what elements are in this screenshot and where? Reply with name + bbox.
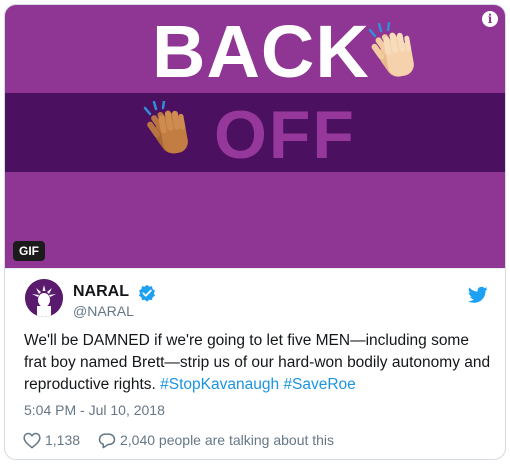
heart-icon[interactable]	[23, 432, 41, 449]
statue-of-liberty-icon	[25, 279, 63, 317]
hashtag-saveroe[interactable]: #SaveRoe	[283, 376, 355, 393]
verified-badge-icon	[139, 284, 155, 302]
avatar[interactable]	[25, 279, 63, 317]
twitter-bird-icon[interactable]	[468, 286, 488, 304]
gif-media[interactable]: BACK OFF i GIF	[5, 5, 505, 268]
hashtag-stopkavanaugh[interactable]: #StopKavanaugh	[160, 376, 279, 393]
clapping-hands-dark-icon	[143, 101, 188, 154]
tweet-card: BACK OFF i GIF NARAL @NARAL We'll be DAM…	[4, 4, 506, 460]
author-name[interactable]: NARAL	[73, 283, 129, 301]
headline-off: OFF	[214, 97, 356, 173]
gif-badge: GIF	[13, 241, 45, 261]
conversation-count[interactable]: 2,040 people are talking about this	[120, 432, 334, 448]
author-handle[interactable]: @NARAL	[73, 303, 134, 319]
media-divider	[5, 268, 505, 269]
reply-bubble-icon[interactable]	[98, 432, 116, 449]
headline-back: BACK	[152, 10, 370, 93]
clapping-hands-light-icon	[368, 22, 414, 77]
like-count[interactable]: 1,138	[45, 432, 80, 448]
tweet-timestamp[interactable]: 5:04 PM - Jul 10, 2018	[24, 402, 165, 418]
info-icon[interactable]: i	[482, 11, 498, 27]
tweet-text: We'll be DAMNED if we're going to let fi…	[24, 330, 494, 396]
